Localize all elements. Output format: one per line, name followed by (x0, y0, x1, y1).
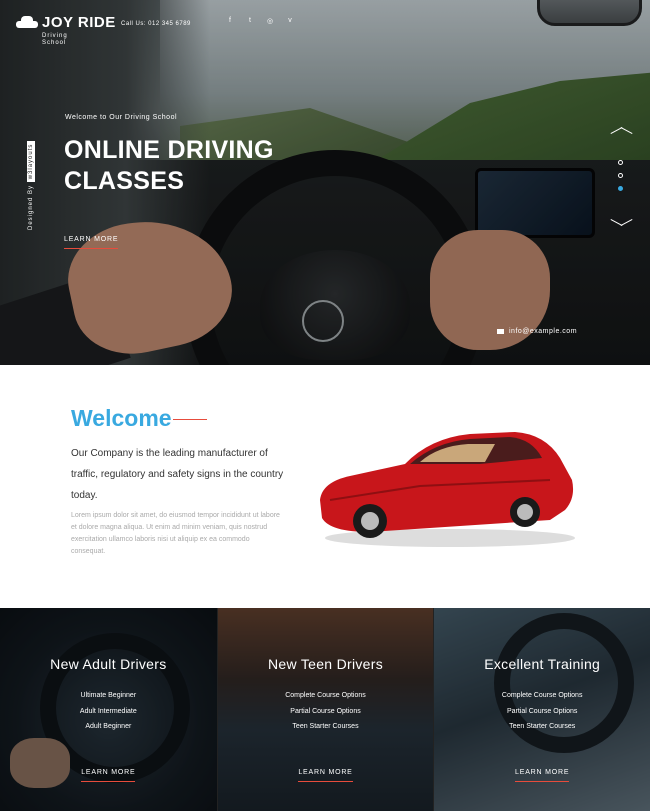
facebook-icon[interactable]: f (226, 17, 234, 25)
list-item: Adult Intermediate (79, 707, 137, 715)
slider-dot-3[interactable] (618, 186, 623, 191)
twitter-icon[interactable]: t (246, 17, 254, 25)
car-icon (16, 15, 38, 30)
designed-by-text: Designed By (28, 184, 34, 230)
learn-more-button[interactable]: LEARN MORE (298, 769, 353, 782)
course-card-list: Ultimate Beginner Adult Intermediate Adu… (0, 688, 217, 735)
social-links: f t ◎ v (226, 17, 294, 25)
top-bar: JOY RIDE Driving School Call Us: 012 345… (0, 0, 650, 48)
course-card-title: Excellent Training (484, 656, 601, 672)
course-card-adult: New Adult Drivers Ultimate Beginner Adul… (0, 608, 217, 811)
hero-welcome-text: Welcome to Our Driving School (65, 114, 178, 121)
brand-name: JOY RIDE (42, 14, 116, 31)
welcome-section: Welcome Our Company is the leading manuf… (0, 365, 650, 608)
list-item: Teen Starter Courses (509, 723, 576, 730)
list-item: Partial Course Options (290, 707, 361, 715)
list-item: Partial Course Options (506, 707, 578, 715)
course-card-list: Complete Course Options Partial Course O… (434, 688, 650, 735)
list-item: Adult Beginner (85, 723, 132, 730)
slider-dots (618, 160, 623, 191)
welcome-body: Lorem ipsum dolor sit amet, do eiusmod t… (71, 512, 280, 555)
welcome-title: Welcome (71, 405, 172, 431)
email-text: info@example.com (509, 328, 578, 335)
slider-dot-2[interactable] (618, 173, 623, 178)
hero-learn-more-button[interactable]: LEARN MORE (64, 236, 119, 249)
arrow-down-icon[interactable] (611, 218, 631, 228)
list-item: Ultimate Beginner (80, 692, 137, 699)
learn-more-button[interactable]: LEARN MORE (515, 769, 570, 782)
brand-logo[interactable]: JOY RIDE (16, 14, 116, 31)
course-card-title: New Teen Drivers (267, 656, 384, 672)
slider-dot-1[interactable] (618, 160, 623, 165)
designer-link[interactable]: w3layouts (27, 140, 35, 183)
vimeo-icon[interactable]: v (286, 17, 294, 25)
course-card-title: New Adult Drivers (50, 656, 167, 672)
course-card-teen: New Teen Drivers Complete Course Options… (216, 608, 434, 811)
learn-more-button[interactable]: LEARN MORE (81, 769, 136, 782)
course-card-training: Excellent Training Complete Course Optio… (433, 608, 650, 811)
courses-section: New Adult Drivers Ultimate Beginner Adul… (0, 608, 650, 811)
red-sports-car-image (320, 432, 575, 547)
list-item: Complete Course Options (285, 692, 366, 699)
designed-by-label: Designed By w3layouts (27, 120, 42, 230)
welcome-title-divider (173, 419, 207, 420)
dribbble-icon[interactable]: ◎ (266, 17, 274, 25)
course-card-list: Complete Course Options Partial Course O… (218, 688, 434, 735)
brand-subtitle: Driving School (42, 33, 68, 46)
welcome-lead: Our Company is the leading manufacturer … (71, 448, 284, 501)
email-contact[interactable]: info@example.com (497, 328, 577, 335)
hero-title: ONLINE DRIVING CLASSES (64, 136, 274, 195)
arrow-up-icon[interactable] (611, 126, 631, 136)
list-item: Teen Starter Courses (292, 723, 359, 730)
list-item: Complete Course Options (501, 692, 583, 699)
hero-banner: JOY RIDE Driving School Call Us: 012 345… (0, 0, 650, 365)
envelope-icon (497, 329, 504, 334)
call-us-text: Call Us: 012 345 6789 (121, 21, 191, 27)
